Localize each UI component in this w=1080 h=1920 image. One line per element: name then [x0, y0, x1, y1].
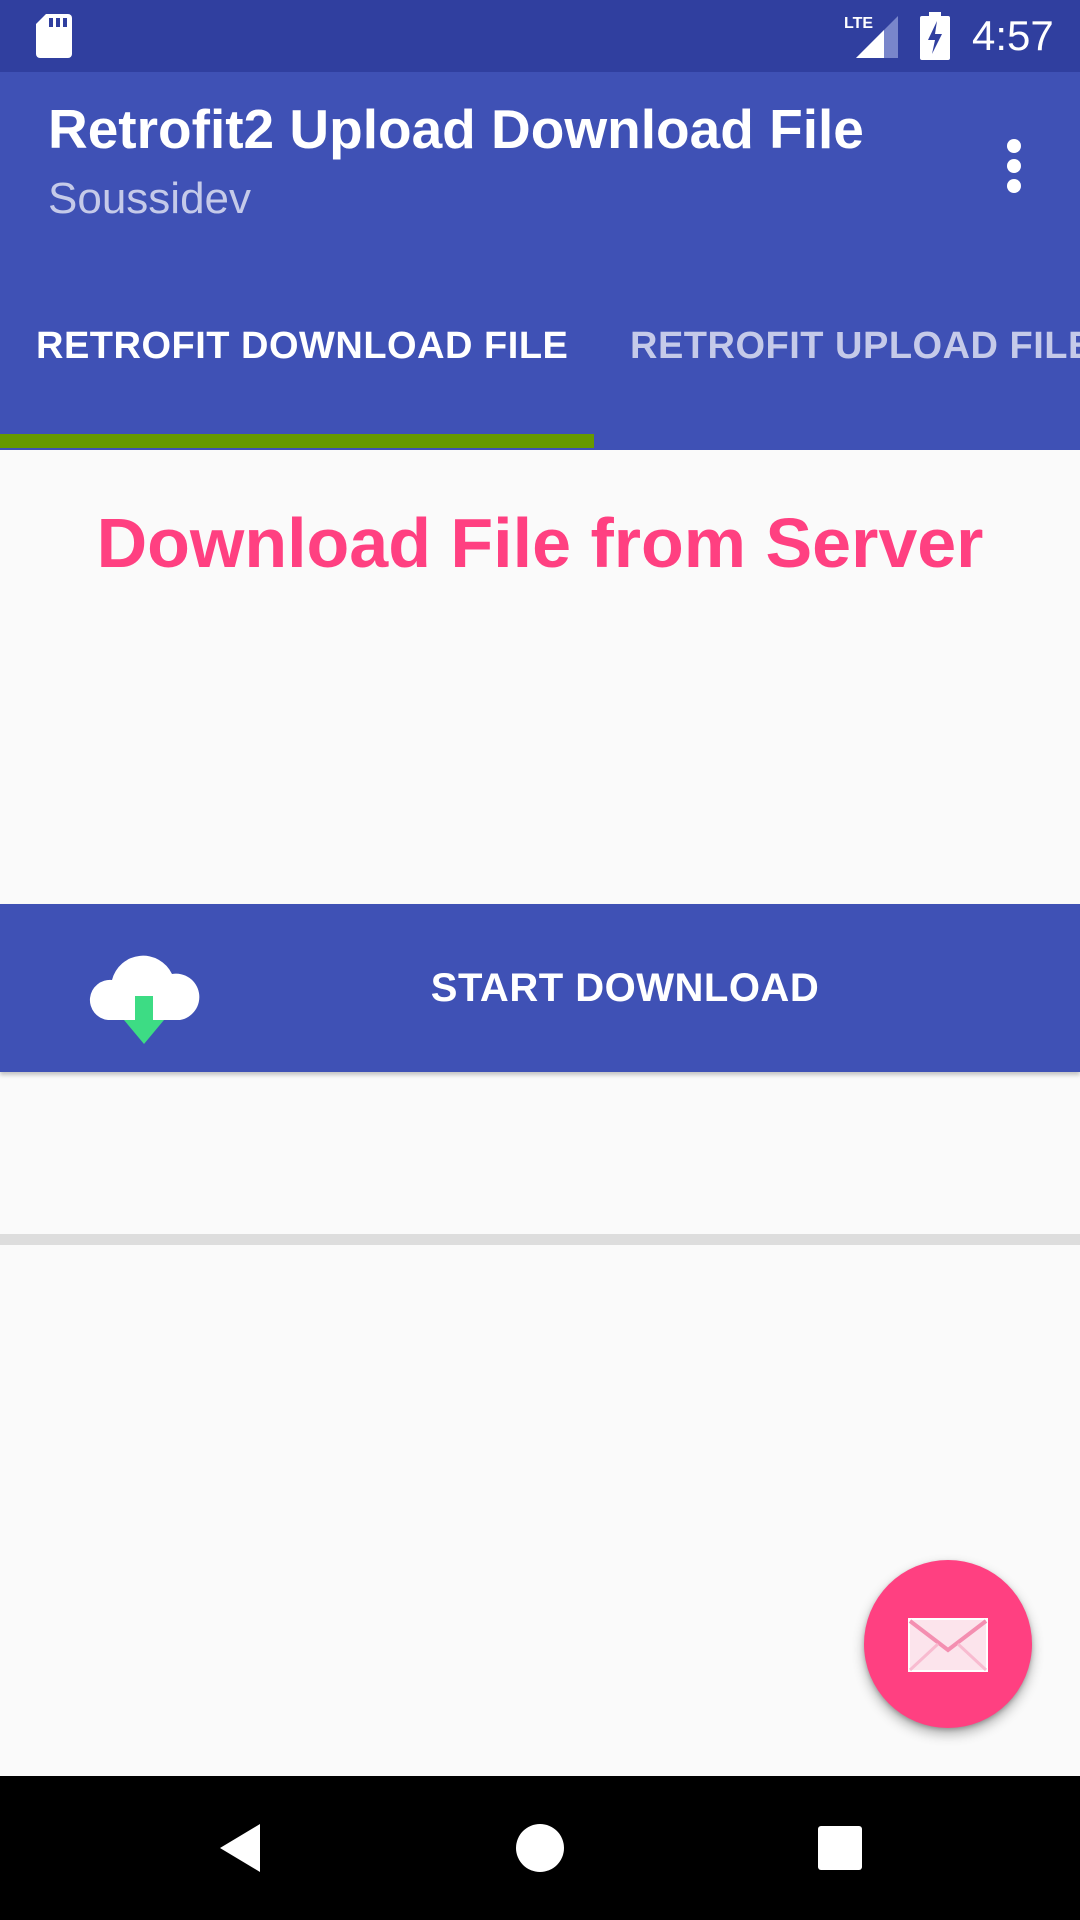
divider: [0, 1234, 1080, 1245]
page-heading: Download File from Server: [96, 504, 984, 582]
start-download-label: START DOWNLOAD: [430, 966, 820, 1010]
mail-fab-button[interactable]: [864, 1560, 1032, 1728]
status-time: 4:57: [972, 12, 1054, 59]
status-bar: LTE 4:57: [0, 0, 1080, 72]
lte-signal-icon: LTE: [844, 15, 898, 58]
mail-icon: [908, 1618, 988, 1672]
recents-icon[interactable]: [814, 1822, 866, 1874]
start-download-button[interactable]: START DOWNLOAD: [0, 904, 1080, 1072]
tab-retrofit-upload-file[interactable]: RETROFIT UPLOAD FILE: [594, 270, 1080, 450]
more-vert-icon[interactable]: [990, 124, 1038, 228]
svg-text:LTE: LTE: [844, 15, 873, 32]
tab-bar: RETROFIT DOWNLOAD FILE RETROFIT UPLOAD F…: [0, 270, 1080, 450]
app-title: Retrofit2 Upload Download File: [48, 98, 864, 160]
tab-retrofit-download-file[interactable]: RETROFIT DOWNLOAD FILE: [0, 270, 594, 450]
app-subtitle: Soussidev: [48, 174, 252, 223]
home-icon[interactable]: [514, 1822, 566, 1874]
navigation-bar: [0, 1776, 1080, 1920]
battery-charging-icon: [920, 12, 950, 60]
sd-card-icon: [36, 14, 72, 58]
back-icon[interactable]: [214, 1822, 266, 1874]
cloud-download-icon: [89, 955, 200, 1044]
tab-indicator: [0, 434, 594, 448]
